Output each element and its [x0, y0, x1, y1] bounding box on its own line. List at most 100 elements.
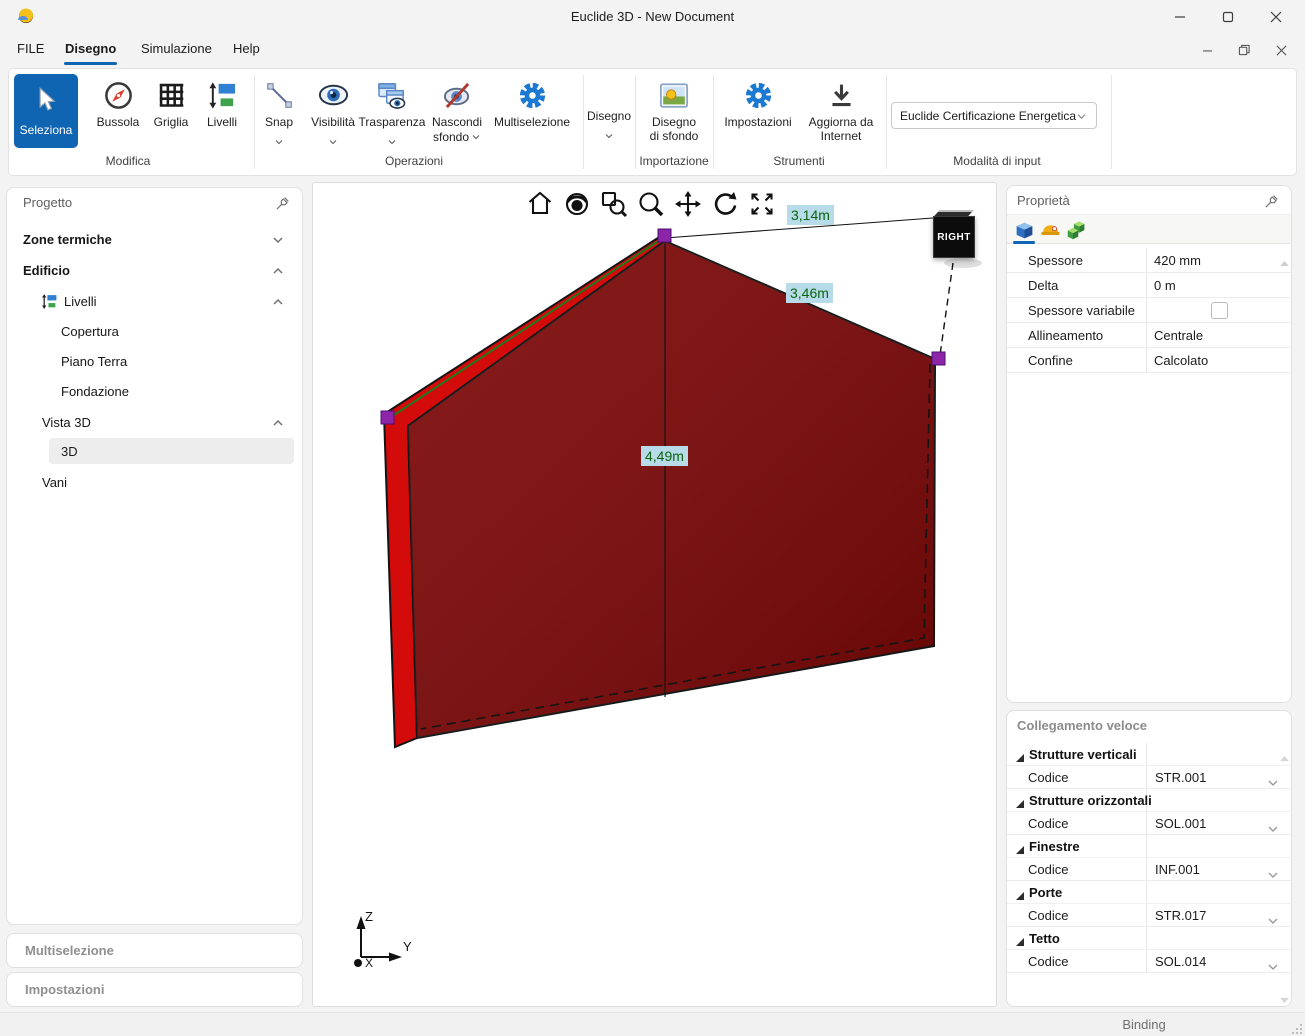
multiselect-button[interactable]: Multiselezione: [489, 77, 575, 129]
quicklink-row-codice[interactable]: Codice SOL.014: [1007, 950, 1291, 973]
viewport-3d[interactable]: Z Y X RIGHT 3,14m 3,46m 4,49m: [312, 182, 997, 1007]
tab-components-cubes-icon[interactable]: [1064, 218, 1088, 242]
chevron-down-icon: [604, 126, 614, 144]
doc-restore-button[interactable]: [1232, 38, 1256, 62]
dimension-label-top: 3,14m: [787, 205, 834, 225]
scroll-up-arrow[interactable]: [1279, 749, 1290, 767]
doc-close-button[interactable]: [1269, 38, 1293, 62]
chevron-down-icon: [471, 129, 481, 143]
group-label-importazione: Importazione: [639, 154, 708, 168]
chevron-up-icon[interactable]: [272, 294, 284, 309]
gear-icon: [517, 77, 548, 113]
scroll-down-arrow[interactable]: [1279, 991, 1290, 1009]
menu-disegno[interactable]: Disegno: [65, 41, 116, 56]
status-binding-label: Binding: [1108, 1017, 1180, 1032]
property-row-allineamento[interactable]: Allineamento Centrale: [1007, 323, 1291, 348]
chevron-down-icon[interactable]: [1267, 958, 1279, 976]
navigation-cube[interactable]: RIGHT: [933, 216, 975, 258]
quicklink-panel: Collegamento veloce Strutture verticali …: [1006, 710, 1292, 1007]
quicklink-row-codice[interactable]: Codice INF.001: [1007, 858, 1291, 881]
property-row-confine[interactable]: Confine Calcolato: [1007, 348, 1291, 373]
picture-icon: [659, 77, 689, 113]
chevron-down-icon: [328, 132, 338, 150]
transparency-icon: [377, 77, 408, 113]
scroll-up-arrow[interactable]: [1279, 254, 1290, 272]
close-button[interactable]: [1257, 3, 1295, 31]
quicklink-row-codice[interactable]: Codice STR.001: [1007, 766, 1291, 789]
chevron-down-icon: [387, 132, 397, 150]
settings-panel[interactable]: Impostazioni: [6, 972, 303, 1007]
properties-tabs: [1007, 214, 1291, 244]
quicklink-group-tetto[interactable]: Tetto: [1007, 927, 1291, 950]
chevron-up-icon[interactable]: [272, 263, 284, 278]
update-from-internet-button[interactable]: Aggiorna daInternet: [798, 77, 884, 143]
eye-icon: [317, 77, 350, 113]
axis-y-label: Y: [403, 939, 412, 954]
vertex-handle-left[interactable]: [381, 411, 394, 424]
tree-item-piano-terra[interactable]: Piano Terra: [7, 349, 302, 373]
group-label-strumenti: Strumenti: [773, 154, 824, 168]
vertex-handle-right[interactable]: [932, 352, 945, 365]
variable-thickness-checkbox[interactable]: [1211, 302, 1228, 319]
tab-geometry-cube-icon[interactable]: [1012, 218, 1036, 242]
property-row-delta[interactable]: Delta 0 m: [1007, 273, 1291, 298]
group-separator: [886, 75, 887, 169]
quicklink-panel-title: Collegamento veloce: [1017, 718, 1147, 733]
vertex-handle-apex[interactable]: [658, 229, 671, 242]
quicklink-group-strutture-orizzontali[interactable]: Strutture orizzontali: [1007, 789, 1291, 812]
document-window-controls: [1195, 38, 1293, 62]
hide-background-button[interactable]: Nascondisfondo: [414, 77, 500, 144]
quicklink-group-strutture-verticali[interactable]: Strutture verticali: [1007, 743, 1291, 766]
tree-item-copertura[interactable]: Copertura: [7, 319, 302, 343]
input-mode-value: Euclide Certificazione Energetica: [900, 109, 1076, 123]
axis-indicator: [354, 916, 402, 967]
app-window: Euclide 3D - New Document FILE Disegno S…: [0, 0, 1305, 1036]
status-bar: Binding: [0, 1012, 1305, 1036]
multiselect-panel[interactable]: Multiselezione: [6, 933, 303, 968]
input-mode-select[interactable]: Euclide Certificazione Energetica: [891, 102, 1097, 129]
active-tab-underline: [1013, 241, 1035, 244]
pin-icon[interactable]: [275, 196, 290, 211]
tree-item-fondazione[interactable]: Fondazione: [7, 379, 302, 403]
quicklink-group-porte[interactable]: Porte: [1007, 881, 1291, 904]
settings-button[interactable]: Impostazioni: [715, 77, 801, 129]
group-label-modifica: Modifica: [106, 154, 151, 168]
property-row-spessore-variabile[interactable]: Spessore variabile: [1007, 298, 1291, 323]
tree-item-edificio[interactable]: Edificio: [7, 258, 302, 282]
quicklink-group-finestre[interactable]: Finestre: [1007, 835, 1291, 858]
property-row-spessore[interactable]: Spessore 420 mm: [1007, 248, 1291, 273]
chevron-down-icon[interactable]: [272, 232, 284, 247]
tree-item-vani[interactable]: Vani: [7, 470, 302, 494]
resize-grip[interactable]: [1291, 1023, 1303, 1035]
group-separator: [1111, 75, 1112, 169]
menu-help[interactable]: Help: [233, 41, 260, 56]
axis-z-label: Z: [365, 909, 373, 924]
menu-simulazione[interactable]: Simulazione: [141, 41, 212, 56]
active-menu-underline: [64, 62, 117, 65]
menu-file[interactable]: FILE: [17, 41, 44, 56]
background-drawing-button[interactable]: Disegnodi sfondo: [631, 77, 717, 143]
group-separator: [713, 75, 714, 169]
tree-item-zone-termiche[interactable]: Zone termiche: [7, 227, 302, 251]
dimension-label-slope: 3,46m: [786, 283, 833, 303]
maximize-button[interactable]: [1209, 3, 1247, 31]
tree-item-vista-3d[interactable]: Vista 3D: [7, 410, 302, 434]
scene-canvas[interactable]: Z Y X: [313, 183, 998, 1008]
dimension-label-height: 4,49m: [641, 446, 688, 466]
project-panel: Progetto Zone termiche Edificio Livelli …: [6, 187, 303, 925]
quicklink-row-codice[interactable]: Codice SOL.001: [1007, 812, 1291, 835]
doc-minimize-button[interactable]: [1195, 38, 1219, 62]
chevron-up-icon[interactable]: [272, 415, 284, 430]
menu-bar: FILE Disegno Simulazione Help: [0, 34, 1305, 66]
select-tool-button[interactable]: Seleziona: [14, 74, 78, 148]
quicklink-row-codice[interactable]: Codice STR.017: [1007, 904, 1291, 927]
properties-panel: Proprietà Spessore 420 mm Delta 0 m: [1006, 185, 1292, 703]
pin-icon[interactable]: [1264, 194, 1279, 209]
select-tool-label: Seleziona: [20, 123, 73, 137]
minimize-button[interactable]: [1161, 3, 1199, 31]
tree-item-livelli[interactable]: Livelli: [7, 289, 302, 313]
tab-construction-helmet-icon[interactable]: [1038, 218, 1062, 242]
title-bar: Euclide 3D - New Document: [0, 0, 1305, 34]
tree-item-3d-selected[interactable]: 3D: [49, 438, 294, 464]
levels-icon: [41, 293, 58, 310]
